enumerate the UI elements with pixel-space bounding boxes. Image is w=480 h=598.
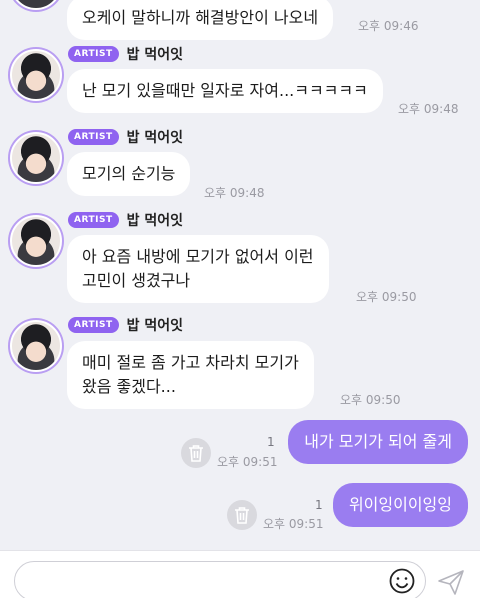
incoming-bubble[interactable]: 매미 절로 좀 가고 차라치 모기가 왔음 좋겠다... — [67, 341, 314, 409]
outgoing-bubble[interactable]: 위이잉이이잉잉 — [332, 483, 468, 527]
sender-line: ARTIST 밥 먹어잇 — [68, 128, 183, 146]
chat-screen: 오케이 말하니까 해결방안이 나오네 오후 09:46 ARTIST 밥 먹어잇… — [0, 0, 480, 598]
avatar[interactable] — [8, 0, 64, 12]
unread-count: 1 — [267, 435, 275, 449]
message-time: 오후 09:51 — [217, 455, 278, 469]
message-time: 오후 09:48 — [204, 186, 265, 200]
message-time: 오후 09:50 — [356, 290, 417, 304]
sender-line: ARTIST 밥 먹어잇 — [68, 211, 183, 229]
avatar[interactable] — [8, 47, 64, 103]
artist-badge: ARTIST — [68, 212, 119, 228]
trash-icon[interactable] — [227, 500, 257, 530]
message-time: 오후 09:48 — [398, 102, 459, 116]
sender-name: 밥 먹어잇 — [126, 47, 184, 63]
message-input-bar — [0, 550, 480, 598]
outgoing-bubble[interactable]: 내가 모기가 되어 줄게 — [288, 420, 468, 464]
unread-count: 1 — [315, 498, 323, 512]
artist-badge: ARTIST — [68, 317, 119, 333]
sender-name: 밥 먹어잇 — [126, 213, 184, 229]
incoming-bubble[interactable]: 오케이 말하니까 해결방안이 나오네 — [67, 0, 334, 40]
artist-badge: ARTIST — [68, 129, 119, 145]
avatar[interactable] — [8, 318, 64, 374]
incoming-bubble[interactable]: 난 모기 있을때만 일자로 자여...ㅋㅋㅋㅋㅋ — [67, 69, 383, 113]
trash-icon[interactable] — [181, 438, 211, 468]
avatar[interactable] — [8, 213, 64, 269]
sender-line: ARTIST 밥 먹어잇 — [68, 316, 183, 334]
incoming-bubble[interactable]: 아 요즘 내방에 모기가 없어서 이런 고민이 생겼구나 — [67, 235, 329, 303]
message-time: 오후 09:50 — [340, 393, 401, 407]
smiley-icon[interactable] — [388, 567, 416, 595]
sender-name: 밥 먹어잇 — [126, 318, 184, 334]
message-time: 오후 09:46 — [358, 19, 419, 33]
send-icon[interactable] — [436, 567, 466, 597]
message-input[interactable] — [14, 561, 426, 598]
incoming-bubble[interactable]: 모기의 순기능 — [67, 152, 191, 196]
sender-name: 밥 먹어잇 — [126, 130, 184, 146]
artist-badge: ARTIST — [68, 46, 119, 62]
avatar[interactable] — [8, 130, 64, 186]
sender-line: ARTIST 밥 먹어잇 — [68, 45, 183, 63]
message-time: 오후 09:51 — [263, 517, 324, 531]
